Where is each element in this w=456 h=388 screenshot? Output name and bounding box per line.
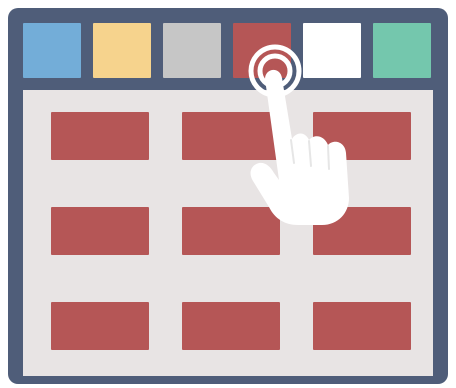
gray-swatch[interactable] bbox=[163, 23, 221, 78]
block-r3-c1[interactable] bbox=[51, 302, 149, 350]
block-r1-c2[interactable] bbox=[182, 112, 280, 160]
app-window-frame bbox=[8, 8, 448, 384]
layout-canvas bbox=[23, 90, 433, 376]
white-swatch[interactable] bbox=[303, 23, 361, 78]
block-r3-c2[interactable] bbox=[182, 302, 280, 350]
red-swatch[interactable] bbox=[233, 23, 291, 78]
block-r1-c3[interactable] bbox=[313, 112, 411, 160]
block-grid bbox=[51, 112, 411, 354]
block-r2-c3[interactable] bbox=[313, 207, 411, 255]
block-r3-c3[interactable] bbox=[313, 302, 411, 350]
block-r1-c1[interactable] bbox=[51, 112, 149, 160]
illustration-stage bbox=[0, 0, 456, 388]
color-swatch-bar bbox=[23, 23, 433, 78]
block-r2-c1[interactable] bbox=[51, 207, 149, 255]
green-swatch[interactable] bbox=[373, 23, 431, 78]
blue-swatch[interactable] bbox=[23, 23, 81, 78]
yellow-swatch[interactable] bbox=[93, 23, 151, 78]
block-r2-c2[interactable] bbox=[182, 207, 280, 255]
